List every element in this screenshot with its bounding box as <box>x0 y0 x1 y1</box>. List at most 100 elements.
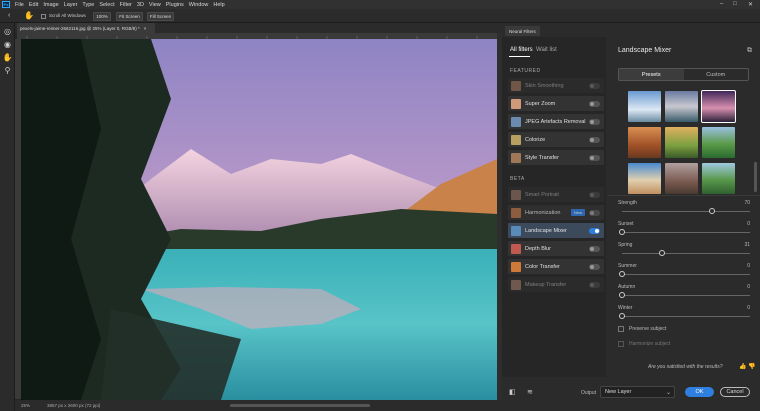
preset-thumbnail[interactable] <box>628 163 661 194</box>
window-close-button[interactable]: ✕ <box>748 1 753 8</box>
spring-track[interactable] <box>622 253 750 254</box>
preset-thumbnail[interactable] <box>665 91 698 122</box>
preset-thumbnail[interactable] <box>665 163 698 194</box>
filter-label: JPEG Artefacts Removal <box>525 118 586 125</box>
preset-scrollbar[interactable] <box>754 162 757 192</box>
preset-thumbnail[interactable] <box>628 91 661 122</box>
minimize-button[interactable]: – <box>720 1 723 7</box>
menu-view[interactable]: View <box>149 2 161 8</box>
filter-super-zoom[interactable]: Super Zoom <box>508 96 604 111</box>
preserve-subject-label: Preserve subject <box>629 326 667 332</box>
autumn-slider[interactable] <box>619 292 625 298</box>
sunset-slider[interactable] <box>619 229 625 235</box>
neural-filters-panel: Neural Filters All filters Wait list FEA… <box>502 23 760 411</box>
filter-toggle[interactable] <box>589 191 600 198</box>
strength-slider[interactable] <box>708 208 715 214</box>
menu-edit[interactable]: Edit <box>29 2 38 8</box>
summer-value: 0 <box>747 263 750 269</box>
filter-toggle[interactable] <box>589 154 600 161</box>
filter-makeup-transfer[interactable]: Makeup Transfer <box>508 277 604 292</box>
autumn-track[interactable] <box>622 295 750 296</box>
strength-label: Strength <box>618 200 637 206</box>
show-original-icon[interactable]: ◧ <box>509 388 516 396</box>
winter-slider[interactable] <box>619 313 625 319</box>
menu-layer[interactable]: Layer <box>64 2 78 8</box>
filter-toggle[interactable] <box>589 100 600 107</box>
menu-type[interactable]: Type <box>82 2 94 8</box>
strength-track[interactable] <box>622 211 750 212</box>
filter-smart-portrait[interactable]: Smart Portrait <box>508 187 604 202</box>
filter-jpeg-artefacts-removal[interactable]: JPEG Artefacts Removal <box>508 114 604 129</box>
magnifier-tool-icon[interactable]: ⚲ <box>2 65 13 76</box>
filter-landscape-mixer[interactable]: Landscape Mixer <box>508 223 604 238</box>
hand-tool-icon[interactable]: ✋ <box>2 52 13 63</box>
spring-slider[interactable] <box>658 250 665 256</box>
hand-tool-icon[interactable]: ✋ <box>24 11 34 20</box>
output-select[interactable]: New Layer ⌄ <box>600 386 675 398</box>
filter-style-transfer[interactable]: Style Transfer <box>508 150 604 165</box>
layer-preview-icon[interactable]: ⧉ <box>747 47 752 55</box>
filter-toggle[interactable] <box>589 136 600 143</box>
harmonize-subject-checkbox[interactable] <box>618 341 624 347</box>
menu-image[interactable]: Image <box>43 2 58 8</box>
menu-help[interactable]: Help <box>213 2 224 8</box>
menu-select[interactable]: Select <box>99 2 114 8</box>
scroll-all-checkbox[interactable] <box>41 14 46 19</box>
sunset-track[interactable] <box>622 232 750 233</box>
maximize-button[interactable]: □ <box>733 1 737 7</box>
ok-button[interactable]: OK <box>685 387 714 397</box>
filter-toggle[interactable] <box>589 245 600 252</box>
summer-slider[interactable] <box>619 271 625 277</box>
summer-track[interactable] <box>622 274 750 275</box>
menu-plugins[interactable]: Plugins <box>166 2 184 8</box>
close-tab-icon[interactable]: × <box>144 26 147 31</box>
tab-custom[interactable]: Custom <box>684 69 749 80</box>
status-zoom[interactable]: 25% <box>21 403 30 408</box>
filter-toggle[interactable] <box>589 263 600 270</box>
filter-label: Skin Smoothing <box>525 82 564 89</box>
tab-wait-list[interactable]: Wait list <box>536 47 557 53</box>
zoom-100-button[interactable]: 100% <box>93 12 111 21</box>
filter-color-transfer[interactable]: Color Transfer <box>508 259 604 274</box>
neural-filters-header: Neural Filters <box>502 26 760 36</box>
preset-thumbnail[interactable] <box>665 127 698 158</box>
cancel-button[interactable]: Cancel <box>720 387 750 397</box>
filter-toggle[interactable] <box>589 209 600 216</box>
filter-toggle[interactable] <box>589 118 600 125</box>
tab-all-filters[interactable]: All filters <box>510 47 533 53</box>
preset-thumbnail[interactable] <box>628 127 661 158</box>
filter-toggle[interactable] <box>589 281 600 288</box>
document-tab[interactable]: pexels-jaime-reimer-2662116.jpg @ 25% (L… <box>17 23 155 33</box>
thumbs-down-icon[interactable]: 👎 <box>748 363 755 370</box>
menu-3d[interactable]: 3D <box>137 2 144 8</box>
preset-thumbnail[interactable] <box>702 127 735 158</box>
image-canvas[interactable] <box>21 39 497 400</box>
menu-file[interactable]: File <box>15 2 24 8</box>
fill-screen-button[interactable]: Fill Screen <box>147 12 174 21</box>
filter-thumb <box>511 261 521 272</box>
filter-skin-smoothing[interactable]: Skin Smoothing <box>508 78 604 93</box>
featured-label: FEATURED <box>510 68 541 74</box>
filter-harmonization[interactable]: Harmonization New <box>508 205 604 220</box>
fit-screen-button[interactable]: Fit Screen <box>116 12 143 21</box>
layers-icon[interactable]: ≋ <box>527 388 533 396</box>
filter-thumb <box>511 243 521 254</box>
autumn-label: Autumn <box>618 284 636 290</box>
filter-depth-blur[interactable]: Depth Blur <box>508 241 604 256</box>
zoom-tool-icon[interactable]: ◎ <box>2 26 13 37</box>
home-icon[interactable]: ‹ <box>8 12 10 19</box>
filter-toggle[interactable] <box>589 82 600 89</box>
menu-window[interactable]: Window <box>189 2 209 8</box>
tab-presets[interactable]: Presets <box>619 69 684 80</box>
preserve-subject-checkbox[interactable] <box>618 326 624 332</box>
preset-thumbnail[interactable] <box>702 163 735 194</box>
horizontal-scrollbar[interactable] <box>230 404 370 407</box>
thumbs-up-icon[interactable]: 👍 <box>739 363 746 370</box>
filter-label: Super Zoom <box>525 100 556 107</box>
menu-filter[interactable]: Filter <box>120 2 132 8</box>
preset-thumbnail-selected[interactable] <box>701 90 736 123</box>
filter-colorize[interactable]: Colorize <box>508 132 604 147</box>
face-tool-icon[interactable]: ◉ <box>2 39 13 50</box>
filter-toggle[interactable] <box>589 227 600 234</box>
winter-track[interactable] <box>622 316 750 317</box>
